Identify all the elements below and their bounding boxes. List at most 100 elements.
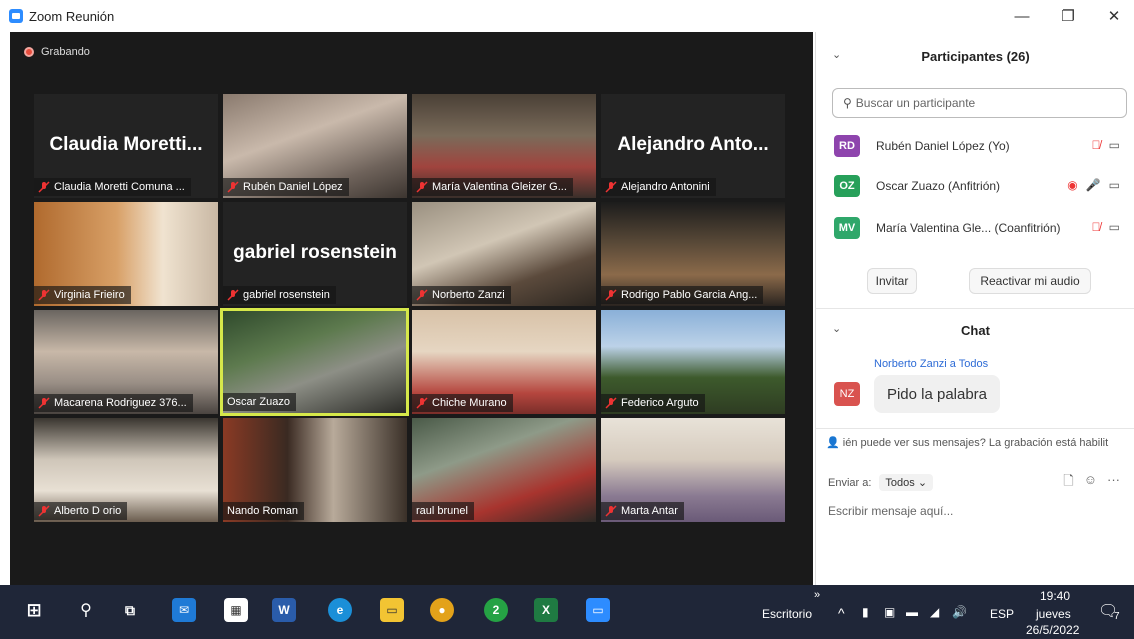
participant-row[interactable]: OZ Oscar Zuazo (Anfitrión) ◉ 🎤 ▭ — [834, 172, 1134, 200]
avatar: NZ — [834, 382, 860, 406]
desktop-label[interactable]: Escritorio — [762, 607, 812, 621]
active-speaker-tile[interactable]: Oscar Zuazo — [220, 308, 409, 416]
more-icon[interactable]: » — [814, 589, 820, 601]
zoom-window: Zoom Reunión — ❐ ✕ Grabando Claudia More… — [0, 0, 1134, 639]
tile-label: Oscar Zuazo — [223, 393, 296, 411]
participant-name: Rubén Daniel López (Yo) — [876, 139, 1010, 153]
chat-message: Pido la palabra — [874, 375, 1000, 413]
video-gallery: Grabando Claudia Moretti... Claudia More… — [10, 32, 813, 585]
chat-tools: 🗋 ☺ ··· — [1063, 472, 1120, 494]
file-icon[interactable]: 🗋 — [1063, 472, 1073, 494]
more-icon[interactable]: ··· — [1107, 472, 1120, 494]
video-tile[interactable]: Claudia Moretti... Claudia Moretti Comun… — [34, 94, 218, 198]
video-tile[interactable]: raul brunel — [412, 418, 596, 522]
taskbar: ⊞ ⚲ ⧉ ✉ ▦ W e ▭ ● 2 X ▭ Escritorio » ^ ▮… — [0, 585, 1134, 639]
emoji-icon[interactable]: ☺ — [1084, 472, 1097, 494]
tile-label: Norberto Zanzi — [412, 286, 511, 304]
tile-label: Nando Roman — [223, 502, 304, 520]
video-tile[interactable]: Federico Arguto — [601, 310, 785, 414]
video-tile[interactable]: Rubén Daniel López — [223, 94, 407, 198]
window-title: Zoom Reunión — [29, 8, 115, 24]
mic-muted-icon — [416, 397, 428, 409]
windows-start-icon[interactable]: ⊞ — [22, 598, 46, 622]
usb-icon[interactable]: ▮ — [862, 605, 869, 619]
minimize-button[interactable]: — — [1002, 6, 1042, 28]
maximize-button[interactable]: ❐ — [1048, 6, 1088, 28]
close-button[interactable]: ✕ — [1094, 6, 1134, 28]
excel-icon[interactable]: X — [534, 598, 558, 622]
chevron-down-icon[interactable]: ⌄ — [832, 322, 841, 335]
video-tile[interactable]: Chiche Murano — [412, 310, 596, 414]
edge-icon[interactable]: e — [328, 598, 352, 622]
mic-muted-icon — [38, 397, 50, 409]
mic-muted-icon — [605, 505, 617, 517]
participants-title: Participantes (26) — [921, 48, 1030, 64]
chevron-down-icon[interactable]: ⌄ — [832, 48, 841, 61]
search-placeholder: Buscar un participante — [855, 96, 976, 110]
video-tile[interactable]: gabriel rosenstein gabriel rosenstein — [223, 202, 407, 306]
volume-icon[interactable]: 🔊 — [952, 605, 967, 619]
keyboard-icon[interactable]: ▣ — [884, 605, 895, 619]
folder-icon[interactable]: ▭ — [380, 598, 404, 622]
video-tile[interactable]: Alejandro Anto... Alejandro Antonini — [601, 94, 785, 198]
send-to-dropdown[interactable]: Todos ⌄ — [879, 474, 934, 491]
mic-icon[interactable]: 🎤 — [1086, 178, 1101, 192]
clock-day[interactable]: jueves — [1036, 607, 1071, 621]
store-icon[interactable]: ▦ — [224, 598, 248, 622]
mic-muted-icon — [227, 289, 239, 301]
video-off-icon[interactable]: ▭ — [1109, 178, 1120, 192]
tile-label: Marta Antar — [601, 502, 684, 520]
clock-date[interactable]: 26/5/2022 — [1026, 623, 1079, 637]
notification-count: 7 — [1114, 611, 1120, 622]
video-tile[interactable]: María Valentina Gleizer G... — [412, 94, 596, 198]
wifi-icon[interactable]: ◢ — [930, 605, 939, 619]
participant-row[interactable]: MV María Valentina Gle... (Coanfitrión) … — [834, 214, 1134, 242]
chat-input[interactable]: Escribir mensaje aquí... — [828, 504, 953, 518]
mail-icon[interactable]: ✉ — [172, 598, 196, 622]
video-tile[interactable]: Nando Roman — [223, 418, 407, 522]
chevron-up-icon[interactable]: ^ — [838, 605, 845, 621]
battery-icon[interactable]: ▬ — [906, 605, 918, 619]
tile-label: Claudia Moretti Comuna ... — [34, 178, 191, 196]
unmute-button[interactable]: Reactivar mi audio — [969, 268, 1091, 294]
search-icon: ⚲ — [843, 96, 852, 110]
title-bar: Zoom Reunión — ❐ ✕ — [0, 0, 1134, 32]
tile-label: Alejandro Antonini — [601, 178, 716, 196]
send-to: Enviar a: Todos ⌄ — [828, 474, 934, 491]
video-tile[interactable]: Macarena Rodriguez 376... — [34, 310, 218, 414]
mic-muted-icon — [416, 181, 428, 193]
participant-row[interactable]: RD Rubén Daniel López (Yo) 🎙̸ ▭ — [834, 132, 1134, 160]
video-tile[interactable]: Norberto Zanzi — [412, 202, 596, 306]
language-indicator[interactable]: ESP — [990, 607, 1014, 621]
recording-label: Grabando — [41, 46, 90, 58]
chat-notice: 👤 ién puede ver sus mensajes? La grabaci… — [826, 437, 1109, 449]
video-tile[interactable]: Virginia Frieiro — [34, 202, 218, 306]
zoom-icon[interactable]: ▭ — [586, 598, 610, 622]
search-icon[interactable]: ⚲ — [74, 598, 98, 622]
word-icon[interactable]: W — [272, 598, 296, 622]
video-tile[interactable]: Marta Antar — [601, 418, 785, 522]
recording-icon: ◉ — [1067, 178, 1078, 192]
divider — [816, 428, 1134, 429]
tile-label: Chiche Murano — [412, 394, 513, 412]
mic-muted-icon[interactable]: 🎙̸ — [1092, 138, 1101, 152]
clock-time[interactable]: 19:40 — [1040, 589, 1070, 603]
mic-muted-icon — [605, 397, 617, 409]
mic-muted-icon — [605, 181, 617, 193]
task-view-icon[interactable]: ⧉ — [118, 598, 142, 622]
side-panel: ⌄ Participantes (26) ⚲ Buscar un partici… — [815, 32, 1134, 585]
video-tile[interactable]: Rodrigo Pablo Garcia Ang... — [601, 202, 785, 306]
mic-muted-icon — [605, 289, 617, 301]
participant-search-input[interactable]: ⚲ Buscar un participante — [832, 88, 1127, 118]
chrome-icon[interactable]: ● — [430, 598, 454, 622]
tile-label: Macarena Rodriguez 376... — [34, 394, 193, 412]
video-off-icon[interactable]: ▭ — [1109, 220, 1120, 234]
mic-muted-icon[interactable]: 🎙̸ — [1092, 220, 1101, 234]
invite-button[interactable]: Invitar — [867, 268, 917, 294]
tile-placeholder-name: gabriel rosenstein — [233, 242, 397, 263]
people-icon: 👤 — [826, 437, 840, 449]
video-tile[interactable]: Alberto D orio — [34, 418, 218, 522]
whatsapp-icon[interactable]: 2 — [484, 598, 508, 622]
video-off-icon[interactable]: ▭ — [1109, 138, 1120, 152]
mic-muted-icon — [38, 181, 50, 193]
